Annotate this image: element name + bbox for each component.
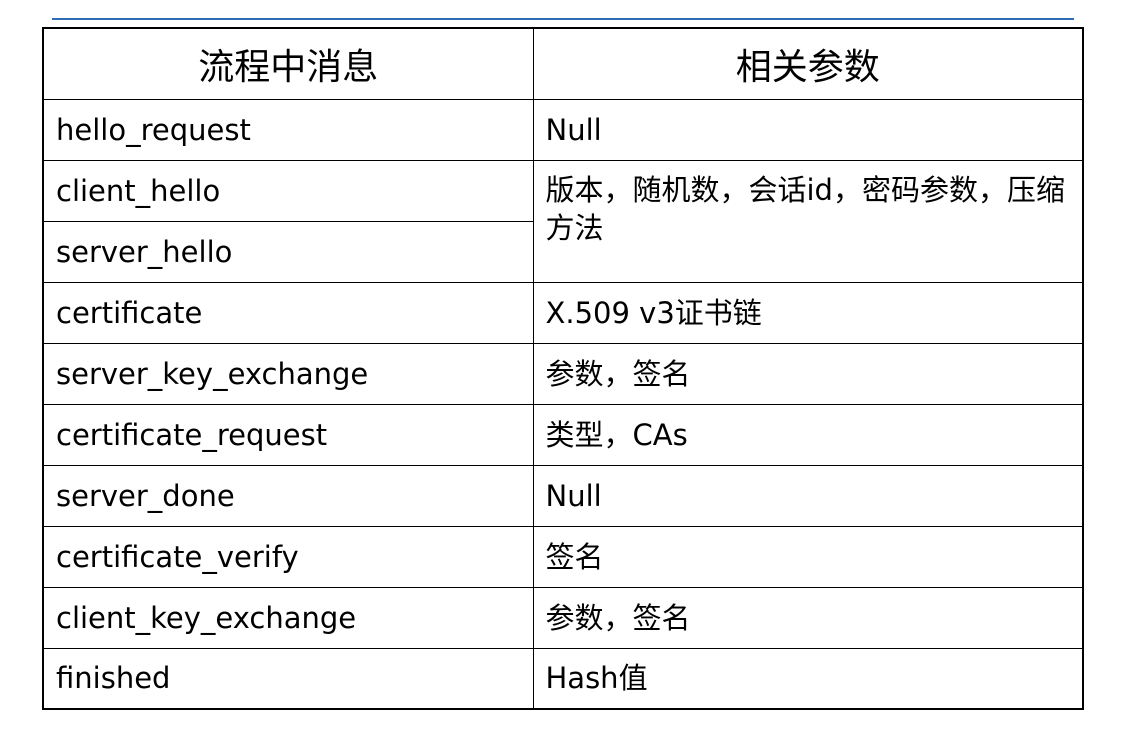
table-row: hello_request Null (42, 98, 1084, 161)
params-cell: Hash值 (532, 647, 1084, 710)
message-cell: hello_request (42, 98, 534, 161)
message-cell: server_done (42, 464, 534, 527)
table-row: client_key_exchange 参数，签名 (42, 586, 1084, 649)
top-rule (52, 18, 1074, 20)
message-cell: server_key_exchange (42, 342, 534, 405)
params-cell: 类型，CAs (532, 403, 1084, 466)
message-cell: certificate_request (42, 403, 534, 466)
message-cell: server_hello (42, 220, 534, 283)
message-cell: finished (42, 647, 534, 710)
params-cell: X.509 v3证书链 (532, 281, 1084, 344)
message-cell: client_hello (42, 159, 534, 222)
table-row: server_done Null (42, 464, 1084, 527)
message-cell: client_key_exchange (42, 586, 534, 649)
handshake-message-table: 流程中消息 相关参数 hello_request Null client_hel… (42, 27, 1084, 710)
params-cell: 参数，签名 (532, 586, 1084, 649)
table-row: server_key_exchange 参数，签名 (42, 342, 1084, 405)
header-params: 相关参数 (532, 27, 1084, 100)
params-cell: Null (532, 464, 1084, 527)
table-row: certificate_verify 签名 (42, 525, 1084, 588)
table-row: finished Hash值 (42, 647, 1084, 710)
params-cell: Null (532, 98, 1084, 161)
table-row: certificate X.509 v3证书链 (42, 281, 1084, 344)
params-cell: 参数，签名 (532, 342, 1084, 405)
message-cell: certificate_verify (42, 525, 534, 588)
table-header-row: 流程中消息 相关参数 (42, 27, 1084, 100)
table-row: client_hello 版本，随机数，会话id，密码参数，压缩方法 (42, 159, 1084, 283)
params-cell: 版本，随机数，会话id，密码参数，压缩方法 (532, 159, 1084, 283)
params-cell: 签名 (532, 525, 1084, 588)
table-row: certificate_request 类型，CAs (42, 403, 1084, 466)
message-cell: certificate (42, 281, 534, 344)
header-message: 流程中消息 (42, 27, 534, 100)
